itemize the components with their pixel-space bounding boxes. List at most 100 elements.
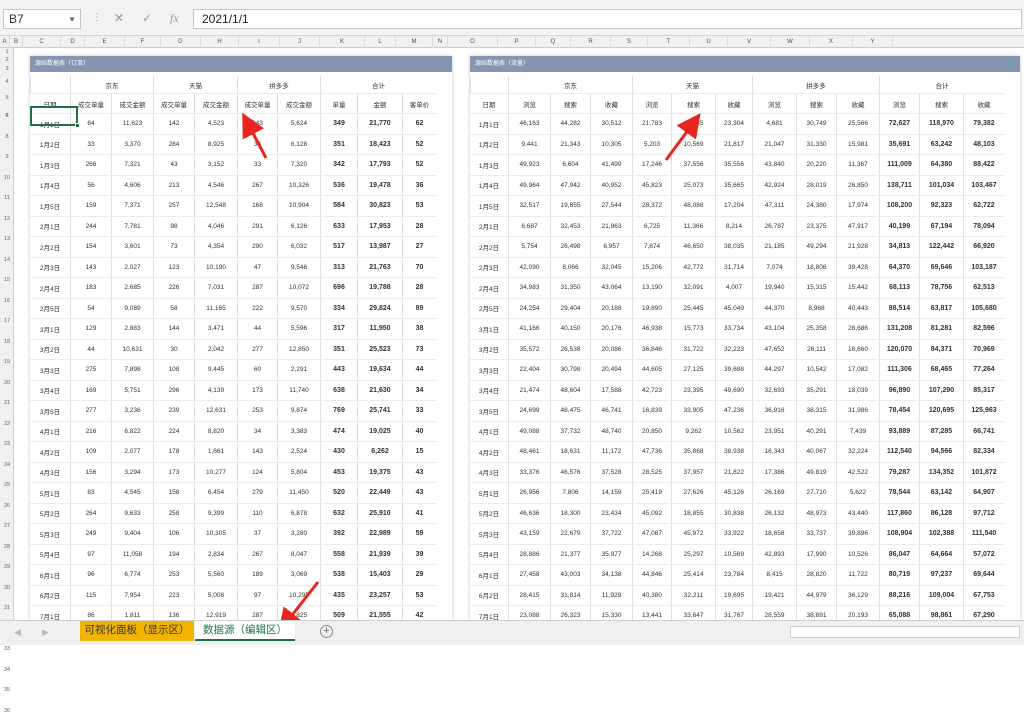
row-header[interactable]: 31 <box>0 598 14 618</box>
table-cell[interactable]: 277 <box>237 339 277 359</box>
table-cell[interactable]: 78,094 <box>963 216 1004 236</box>
table-cell[interactable]: 63,242 <box>919 134 963 154</box>
table-cell[interactable]: 18,660 <box>836 339 879 359</box>
table-cell[interactable]: 143 <box>70 257 111 277</box>
row-header[interactable]: 5 <box>0 90 14 106</box>
table-cell[interactable]: 26,132 <box>752 503 796 523</box>
column-header[interactable]: F <box>125 36 161 48</box>
table-cell[interactable]: 3月3日 <box>470 360 508 380</box>
table-cell[interactable]: 1月3日 <box>470 155 508 175</box>
table-cell[interactable]: 92,323 <box>919 196 963 216</box>
table-cell[interactable]: 33,734 <box>715 319 752 339</box>
table-cell[interactable]: 16,839 <box>632 401 671 421</box>
table-cell[interactable]: 25,566 <box>836 114 879 134</box>
table-cell[interactable]: 18,808 <box>796 257 836 277</box>
table-cell[interactable]: 40,380 <box>632 585 671 605</box>
table-cell[interactable]: 69,644 <box>963 565 1004 585</box>
table-cell[interactable]: 111,306 <box>879 360 919 380</box>
table-cell[interactable]: 118,970 <box>919 114 963 134</box>
table-cell[interactable]: 5月2日 <box>30 504 70 524</box>
table-cell[interactable]: 19,890 <box>632 298 671 318</box>
table-cell[interactable]: 19,788 <box>357 278 402 298</box>
table-cell[interactable]: 收藏 <box>715 94 752 113</box>
table-cell[interactable]: 49,964 <box>508 175 550 195</box>
table-cell[interactable]: 22,989 <box>357 524 402 544</box>
table-cell[interactable]: 109 <box>70 442 111 462</box>
table-cell[interactable]: 2月4日 <box>470 278 508 298</box>
table-cell[interactable]: 3,236 <box>111 401 153 421</box>
row-header[interactable]: 36 <box>0 701 14 721</box>
table-cell[interactable]: 浏览 <box>632 94 671 113</box>
table-cell[interactable]: 275 <box>70 360 111 380</box>
table-cell[interactable]: 64,907 <box>963 483 1004 503</box>
row-header[interactable]: 3 <box>0 64 14 74</box>
row-header[interactable]: 30 <box>0 578 14 598</box>
table-cell[interactable]: 30 <box>153 339 194 359</box>
column-header[interactable]: O <box>448 36 498 48</box>
table-cell[interactable]: 258 <box>153 503 194 523</box>
cancel-icon[interactable]: ✕ <box>114 11 124 25</box>
table-cell[interactable]: 216 <box>70 421 111 441</box>
table-cell[interactable]: 41 <box>402 503 436 523</box>
table-cell[interactable]: 21,630 <box>357 380 402 400</box>
table-cell[interactable]: 2,027 <box>111 257 153 277</box>
table-cell[interactable]: 40,443 <box>836 298 879 318</box>
table-cell[interactable]: 25,445 <box>671 298 715 318</box>
table-cell[interactable]: 收藏 <box>590 94 632 113</box>
table-cell[interactable]: 搜索 <box>550 94 590 113</box>
table-cell[interactable]: 33 <box>70 134 111 154</box>
table-cell[interactable]: 5,751 <box>111 380 153 400</box>
table-cell[interactable]: 3月3日 <box>30 360 70 380</box>
table-cell[interactable]: 2,524 <box>277 442 320 462</box>
table-cell[interactable]: 28,372 <box>632 196 671 216</box>
table-cell[interactable]: 17,974 <box>836 196 879 216</box>
row-header[interactable]: 22 <box>0 414 14 434</box>
table-cell[interactable]: 7,781 <box>111 216 153 236</box>
table-cell[interactable]: 70 <box>402 257 436 277</box>
table-cell[interactable]: 42,723 <box>632 380 671 400</box>
column-header[interactable]: U <box>690 36 728 48</box>
table-cell[interactable]: 28,415 <box>508 585 550 605</box>
table-cell[interactable]: 3月4日 <box>30 381 70 401</box>
table-cell[interactable]: 6,454 <box>194 483 237 503</box>
table-cell[interactable]: 474 <box>320 421 357 441</box>
table-cell[interactable]: 11,366 <box>671 216 715 236</box>
table-cell[interactable]: 33,922 <box>715 524 752 544</box>
table-cell[interactable]: 28,686 <box>836 319 879 339</box>
table-cell[interactable]: 25,419 <box>632 483 671 503</box>
table-cell[interactable]: 30,798 <box>550 360 590 380</box>
table-cell[interactable]: 7,321 <box>111 155 153 175</box>
table-cell[interactable]: 32,517 <box>508 196 550 216</box>
table-cell[interactable]: 46,938 <box>632 319 671 339</box>
table-cell[interactable]: 33,376 <box>508 462 550 482</box>
table-cell[interactable]: 168 <box>237 196 277 216</box>
table-cell[interactable]: 44 <box>402 360 436 380</box>
table-cell[interactable]: 44,297 <box>752 360 796 380</box>
table-cell[interactable]: 20,850 <box>632 421 671 441</box>
table-cell[interactable]: 42,522 <box>836 462 879 482</box>
table-cell[interactable]: 520 <box>320 483 357 503</box>
table-cell[interactable]: 35,691 <box>879 134 919 154</box>
table-cell[interactable]: 89 <box>402 298 436 318</box>
table-cell[interactable]: 40,952 <box>590 175 632 195</box>
table-cell[interactable]: 42,924 <box>752 175 796 195</box>
row-header[interactable]: 15 <box>0 270 14 290</box>
column-header[interactable]: Q <box>536 36 571 48</box>
table-cell[interactable]: 17,793 <box>357 155 402 175</box>
table-cell[interactable]: 15 <box>402 442 436 462</box>
table-cell[interactable]: 7,806 <box>550 483 590 503</box>
table-cell[interactable]: 1月1日 <box>470 114 508 134</box>
table-cell[interactable]: 4,046 <box>194 216 237 236</box>
table-cell[interactable]: 11,058 <box>111 544 153 564</box>
table-cell[interactable]: 10,542 <box>796 360 836 380</box>
table-cell[interactable]: 23,784 <box>715 565 752 585</box>
table-cell[interactable]: 24,254 <box>508 298 550 318</box>
table-cell[interactable]: 14,268 <box>632 544 671 564</box>
table-cell[interactable]: 22,679 <box>550 524 590 544</box>
table-cell[interactable]: 63,142 <box>919 483 963 503</box>
table-cell[interactable]: 1月4日 <box>30 176 70 196</box>
table-cell[interactable]: 1月4日 <box>470 176 508 196</box>
table-cell[interactable]: 2月1日 <box>470 217 508 237</box>
table-cell[interactable]: 43,840 <box>752 155 796 175</box>
table-cell[interactable]: 12,631 <box>194 401 237 421</box>
